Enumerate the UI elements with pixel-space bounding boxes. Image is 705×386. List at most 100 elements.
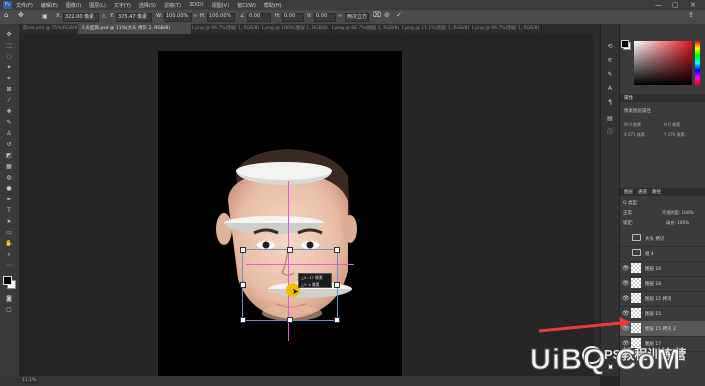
transform-handle[interactable] bbox=[240, 317, 246, 323]
eye-icon[interactable]: 👁 bbox=[622, 265, 630, 272]
warp-icon[interactable]: ⌧ bbox=[373, 11, 381, 19]
eye-icon[interactable]: 👁 bbox=[622, 295, 630, 302]
screen-mode-icon[interactable]: ▢ bbox=[5, 307, 13, 313]
blur-tool-icon[interactable]: ◍ bbox=[5, 175, 13, 181]
hand-tool-icon[interactable]: ✋ bbox=[5, 241, 13, 247]
path-select-icon[interactable]: ➤ bbox=[5, 219, 13, 225]
dodge-tool-icon[interactable]: ● bbox=[5, 186, 13, 192]
eyedropper-icon[interactable]: ⁄ bbox=[5, 98, 13, 104]
prop-x[interactable]: X 471 像素 bbox=[624, 132, 645, 138]
move-tool-icon[interactable]: ✥ bbox=[18, 11, 24, 19]
color-fg-swatch[interactable] bbox=[621, 40, 629, 48]
maximize-button[interactable]: ▢ bbox=[672, 1, 679, 9]
transform-handle[interactable] bbox=[287, 317, 293, 323]
canvas-area[interactable]: ➤ △X: 37 像素 △Y: 4 像素 bbox=[20, 34, 598, 376]
menu-help[interactable]: 帮助(H) bbox=[264, 2, 282, 9]
x-field[interactable]: 322.00 像素 bbox=[65, 13, 94, 20]
pen-tool-icon[interactable]: ✒ bbox=[5, 197, 13, 203]
lasso-tool-icon[interactable]: ◌ bbox=[5, 54, 13, 60]
tab-doc-3[interactable]: 1.png @ 66.7%(图层 1, RGB/8) bbox=[188, 24, 262, 34]
prop-w[interactable]: W 0 像素 bbox=[624, 122, 641, 128]
menu-filter[interactable]: 滤镜(T) bbox=[164, 2, 181, 9]
color-picker-field[interactable] bbox=[634, 41, 692, 85]
angle-field[interactable]: 0.00 bbox=[249, 13, 260, 19]
tab-doc-7[interactable]: 1.png @ 66.7%(图层 1, RGB/8) bbox=[468, 24, 542, 34]
w-field[interactable]: 100.00% bbox=[166, 13, 188, 19]
frame-tool-icon[interactable]: ⊠ bbox=[5, 87, 13, 93]
transform-handle[interactable] bbox=[334, 317, 340, 323]
interpolation-select[interactable]: 两次立方 bbox=[347, 13, 367, 20]
menu-type[interactable]: 文字(Y) bbox=[114, 2, 131, 9]
crop-tool-icon[interactable]: ⌗ bbox=[5, 76, 13, 82]
reference-point-icon[interactable]: ▣ bbox=[42, 13, 48, 20]
minimize-button[interactable]: — bbox=[655, 1, 662, 9]
menu-3d[interactable]: 3D(D) bbox=[189, 2, 204, 9]
tab-doc-5[interactable]: 1.png @ 66.7%(图层 1, RGB/8) bbox=[328, 24, 402, 34]
share-icon[interactable]: ⇪ bbox=[688, 11, 694, 19]
commit-transform-icon[interactable]: ✓ bbox=[396, 11, 402, 19]
chain-icon[interactable]: ∞ bbox=[193, 13, 197, 19]
home-icon[interactable]: ⌂ bbox=[4, 11, 8, 19]
eye-icon[interactable]: 👁 bbox=[622, 280, 630, 287]
transform-handle[interactable] bbox=[240, 282, 246, 288]
type-tool-icon[interactable]: T bbox=[5, 208, 13, 214]
magic-wand-icon[interactable]: ✦ bbox=[5, 65, 13, 71]
hue-slider[interactable] bbox=[695, 41, 700, 85]
menu-window[interactable]: 窗口(W) bbox=[237, 2, 256, 9]
transform-handle[interactable] bbox=[334, 247, 340, 253]
healing-brush-icon[interactable]: ✚ bbox=[5, 109, 13, 115]
layer-row[interactable]: 大头 拷贝 bbox=[620, 231, 705, 247]
more-tools-icon[interactable]: ⋯ bbox=[5, 263, 13, 269]
prop-h[interactable]: H 0 像素 bbox=[664, 122, 680, 128]
prop-y[interactable]: Y 476 像素 bbox=[664, 132, 685, 138]
menu-layer[interactable]: 图层(L) bbox=[89, 2, 106, 9]
tab-channels[interactable]: 通道 bbox=[638, 189, 647, 195]
h-field[interactable]: 100.00% bbox=[209, 13, 231, 19]
gradient-tool-icon[interactable]: ▦ bbox=[5, 164, 13, 170]
history-panel-icon[interactable]: ⟲ bbox=[606, 44, 614, 50]
menu-image[interactable]: 图像(I) bbox=[66, 2, 81, 9]
tab-doc-1[interactable]: 肌ner.psd @ 75%(RGB/8) bbox=[20, 24, 82, 34]
cancel-transform-icon[interactable]: ⊘ bbox=[384, 11, 390, 19]
y-field[interactable]: 375.47 像素 bbox=[118, 13, 147, 20]
marquee-tool-icon[interactable]: ⬚ bbox=[5, 43, 13, 49]
zoom-tool-icon[interactable]: ⌕ bbox=[5, 252, 13, 258]
character-panel-icon[interactable]: A bbox=[606, 86, 614, 92]
adjustments-panel-icon[interactable]: ⚟ bbox=[606, 58, 614, 64]
tab-doc-6[interactable]: 1.png @ 11.1%(图层 1, RGB/8) bbox=[398, 24, 472, 34]
foreground-color-swatch[interactable] bbox=[3, 276, 12, 285]
tab-doc-4[interactable]: 1.png @ 100%(图层 1, RGB/8) bbox=[258, 24, 332, 34]
libraries-panel-icon[interactable]: ▤ bbox=[606, 116, 614, 122]
h-skew-field[interactable]: 0.00 bbox=[284, 13, 295, 19]
menu-select[interactable]: 选择(S) bbox=[139, 2, 156, 9]
v-skew-field[interactable]: 0.00 bbox=[316, 13, 327, 19]
layer-row[interactable]: 👁 图层 15 拷贝 bbox=[620, 291, 705, 307]
layer-row[interactable]: 👁 图层 18 bbox=[620, 276, 705, 292]
tab-paths[interactable]: 路径 bbox=[652, 189, 661, 195]
eraser-tool-icon[interactable]: ◩ bbox=[5, 153, 13, 159]
transform-handle[interactable] bbox=[334, 282, 340, 288]
clone-stamp-icon[interactable]: ♙ bbox=[5, 131, 13, 137]
menu-edit[interactable]: 编辑(E) bbox=[41, 2, 58, 9]
properties-header[interactable]: 属性 bbox=[620, 94, 705, 102]
layer-row[interactable]: 组 4 bbox=[620, 246, 705, 262]
close-button[interactable]: ✕ bbox=[690, 1, 696, 9]
layer-filter-kind[interactable]: Q 类型 bbox=[623, 200, 637, 206]
link-icon[interactable]: △ bbox=[102, 13, 106, 19]
quick-mask-icon[interactable]: ◙ bbox=[5, 296, 13, 302]
tab-doc-active[interactable]: 人头挂饰.psd @ 11%(大头 拷贝 2, RGB/8) bbox=[78, 24, 192, 34]
info-panel-icon[interactable]: ⓘ bbox=[606, 130, 614, 136]
fill-field[interactable]: 填充: 100% bbox=[666, 220, 689, 226]
paragraph-panel-icon[interactable]: ¶ bbox=[606, 100, 614, 106]
tab-layers[interactable]: 图层 bbox=[624, 189, 633, 195]
brush-tool-icon[interactable]: ✎ bbox=[5, 120, 13, 126]
layer-row[interactable]: 👁 图层 16 bbox=[620, 261, 705, 277]
history-brush-icon[interactable]: ↺ bbox=[5, 142, 13, 148]
transform-handle[interactable] bbox=[287, 247, 293, 253]
menu-view[interactable]: 视图(V) bbox=[212, 2, 229, 9]
opacity-field[interactable]: 不透明度: 100% bbox=[662, 210, 693, 216]
shape-tool-icon[interactable]: ▭ bbox=[5, 230, 13, 236]
brush-settings-icon[interactable]: ✎ bbox=[606, 72, 614, 78]
move-tool-icon[interactable]: ✥ bbox=[5, 32, 13, 38]
blend-mode-select[interactable]: 正常 bbox=[623, 210, 632, 216]
